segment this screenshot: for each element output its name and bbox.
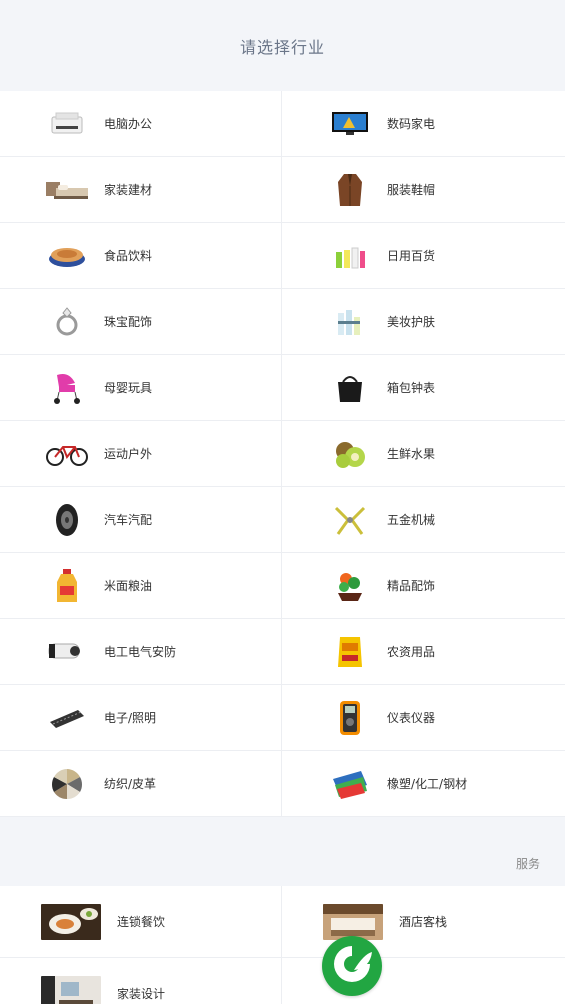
industry-label: 运动户外: [104, 447, 153, 461]
industry-item[interactable]: 精品配饰: [282, 553, 565, 619]
industry-item[interactable]: 汽车汽配: [0, 487, 282, 553]
industry-item[interactable]: 母婴玩具: [0, 355, 282, 421]
service-label: 酒店客栈: [399, 915, 448, 929]
cosmetics-icon: [327, 302, 373, 342]
flower-pot-icon: [327, 566, 373, 606]
industry-label: 箱包钟表: [387, 381, 436, 395]
industry-item[interactable]: 米面粮油: [0, 553, 282, 619]
service-label: 连锁餐饮: [117, 915, 166, 929]
industry-label: 日用百货: [387, 249, 436, 263]
industry-label: 食品饮料: [104, 249, 153, 263]
fabric-swatch-icon: [44, 764, 90, 804]
services-grid: 连锁餐饮 酒店客栈 家装设计: [0, 886, 565, 1004]
industry-label: 农资用品: [387, 645, 436, 659]
leaf-logo-icon: [330, 942, 374, 990]
kiwi-icon: [327, 434, 373, 474]
industry-label: 服装鞋帽: [387, 183, 436, 197]
hotel-photo: [323, 903, 383, 940]
industry-item[interactable]: 五金机械: [282, 487, 565, 553]
industry-label: 美妆护肤: [387, 315, 436, 329]
industry-label: 家装建材: [104, 183, 153, 197]
handbag-icon: [327, 368, 373, 408]
tv-icon: [327, 104, 373, 144]
chip-icon: [44, 698, 90, 738]
bed-icon: [44, 170, 90, 210]
service-item[interactable]: 家装设计: [0, 958, 282, 1004]
printer-icon: [44, 104, 90, 144]
industry-item[interactable]: 电工电气安防: [0, 619, 282, 685]
page-header: 请选择行业: [0, 0, 565, 91]
industry-label: 生鲜水果: [387, 447, 436, 461]
pliers-icon: [327, 500, 373, 540]
industry-label: 仪表仪器: [387, 711, 436, 725]
industry-item[interactable]: 食品饮料: [0, 223, 282, 289]
industry-item[interactable]: 家装建材: [0, 157, 282, 223]
multimeter-icon: [327, 698, 373, 738]
industry-item[interactable]: 运动户外: [0, 421, 282, 487]
coat-icon: [327, 170, 373, 210]
leaf-logo-button[interactable]: [322, 936, 382, 996]
service-label: 家装设计: [117, 987, 166, 1001]
ring-icon: [44, 302, 90, 342]
industry-label: 电工电气安防: [104, 645, 177, 659]
restaurant-photo: [41, 903, 101, 940]
interior-photo: [41, 975, 101, 1004]
industry-item[interactable]: 服装鞋帽: [282, 157, 565, 223]
industry-item[interactable]: 橡塑/化工/钢材: [282, 751, 565, 817]
services-section-label: 服务: [515, 857, 540, 871]
plastic-sheets-icon: [327, 764, 373, 804]
bottles-icon: [327, 236, 373, 276]
services-section-header: 服务: [0, 817, 565, 886]
bicycle-icon: [44, 434, 90, 474]
industry-label: 电脑办公: [104, 117, 153, 131]
industry-label: 五金机械: [387, 513, 436, 527]
oil-bottle-icon: [44, 566, 90, 606]
industry-label: 珠宝配饰: [104, 315, 153, 329]
industry-label: 纺织/皮革: [104, 777, 157, 791]
industry-grid: 电脑办公 数码家电 家装建材 服装鞋帽 食品饮料 日用百货 珠宝配饰 美妆护肤 …: [0, 91, 565, 817]
stroller-icon: [44, 368, 90, 408]
industry-item[interactable]: 生鲜水果: [282, 421, 565, 487]
industry-label: 汽车汽配: [104, 513, 153, 527]
food-tin-icon: [44, 236, 90, 276]
industry-label: 米面粮油: [104, 579, 153, 593]
service-item[interactable]: 酒店客栈: [282, 886, 565, 958]
industry-item[interactable]: 箱包钟表: [282, 355, 565, 421]
page-title: 请选择行业: [239, 37, 325, 57]
industry-item[interactable]: 纺织/皮革: [0, 751, 282, 817]
industry-label: 电子/照明: [104, 711, 157, 725]
service-item[interactable]: 连锁餐饮: [0, 886, 282, 958]
tire-icon: [44, 500, 90, 540]
industry-label: 精品配饰: [387, 579, 436, 593]
industry-item[interactable]: 美妆护肤: [282, 289, 565, 355]
industry-item[interactable]: 仪表仪器: [282, 685, 565, 751]
cctv-camera-icon: [44, 632, 90, 672]
industry-label: 母婴玩具: [104, 381, 153, 395]
industry-label: 橡塑/化工/钢材: [387, 777, 468, 791]
industry-item[interactable]: 珠宝配饰: [0, 289, 282, 355]
industry-item[interactable]: 电脑办公: [0, 91, 282, 157]
industry-label: 数码家电: [387, 117, 436, 131]
industry-item[interactable]: 农资用品: [282, 619, 565, 685]
industry-item[interactable]: 日用百货: [282, 223, 565, 289]
industry-item[interactable]: 电子/照明: [0, 685, 282, 751]
seed-bag-icon: [327, 632, 373, 672]
industry-item[interactable]: 数码家电: [282, 91, 565, 157]
